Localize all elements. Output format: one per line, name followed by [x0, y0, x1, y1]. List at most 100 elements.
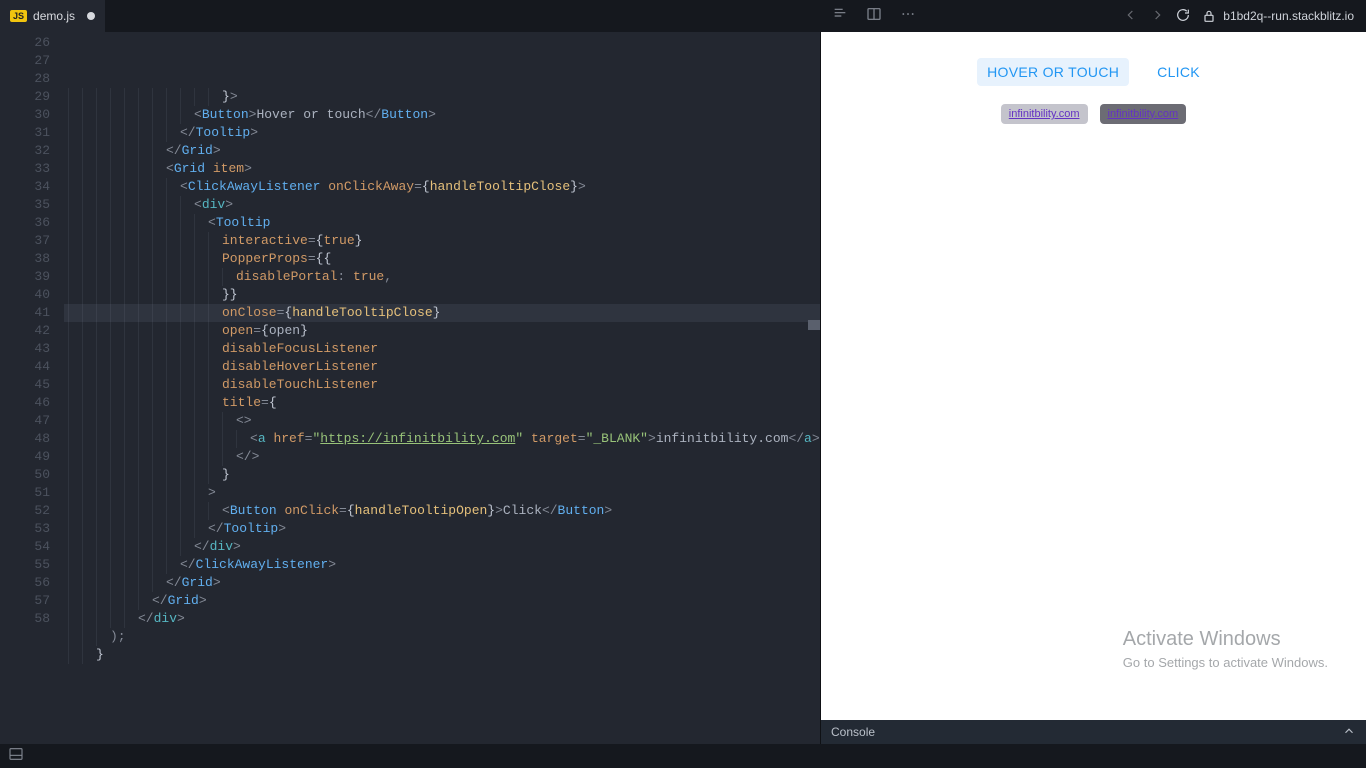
code-line[interactable]: disableFocusListener: [64, 340, 820, 358]
file-tab[interactable]: JS demo.js: [0, 0, 105, 32]
line-number: 55: [0, 556, 64, 574]
click-button[interactable]: CLICK: [1147, 58, 1210, 86]
line-number: 29: [0, 88, 64, 106]
url-display[interactable]: b1bd2q--run.stackblitz.io: [1201, 8, 1354, 24]
tooltip-chip-light[interactable]: infinitbility.com: [1001, 104, 1088, 124]
line-number: 43: [0, 340, 64, 358]
line-number: 26: [0, 34, 64, 52]
code-area[interactable]: }><Button>Hover or touch</Button></Toolt…: [64, 32, 820, 744]
code-line[interactable]: </div>: [64, 538, 820, 556]
code-line[interactable]: open={open}: [64, 322, 820, 340]
tooltip-row: infinitbility.com infinitbility.com: [821, 104, 1366, 124]
code-line[interactable]: <Button onClick={handleTooltipOpen}>Clic…: [64, 502, 820, 520]
code-line[interactable]: [64, 664, 820, 682]
code-line[interactable]: </Grid>: [64, 592, 820, 610]
code-line[interactable]: <Grid item>: [64, 160, 820, 178]
line-number: 31: [0, 124, 64, 142]
titlebar: JS demo.js b1bd2q--run.stackblitz.io: [0, 0, 1366, 32]
code-line[interactable]: interactive={true}: [64, 232, 820, 250]
preview-address-bar: b1bd2q--run.stackblitz.io: [1123, 0, 1354, 32]
line-number: 27: [0, 52, 64, 70]
console-bar[interactable]: Console: [821, 720, 1366, 744]
code-line[interactable]: <ClickAwayListener onClickAway={handleTo…: [64, 178, 820, 196]
code-line[interactable]: }: [64, 466, 820, 484]
reload-icon[interactable]: [1175, 7, 1191, 26]
code-line[interactable]: title={: [64, 394, 820, 412]
lock-icon: [1201, 8, 1217, 24]
more-icon[interactable]: [900, 6, 916, 27]
code-line[interactable]: <a href="https://infinitbility.com" targ…: [64, 430, 820, 448]
js-badge-icon: JS: [10, 10, 27, 22]
code-line[interactable]: </Tooltip>: [64, 124, 820, 142]
hover-or-touch-button[interactable]: HOVER OR TOUCH: [977, 58, 1129, 86]
line-number: 36: [0, 214, 64, 232]
line-number: 47: [0, 412, 64, 430]
line-number: 58: [0, 610, 64, 628]
preview-content[interactable]: HOVER OR TOUCH CLICK infinitbility.com i…: [821, 32, 1366, 720]
line-number: 38: [0, 250, 64, 268]
code-line[interactable]: >: [64, 484, 820, 502]
code-line[interactable]: </Grid>: [64, 574, 820, 592]
line-number-gutter: 2627282930313233343536373839404142434445…: [0, 32, 64, 744]
code-line[interactable]: }>: [64, 88, 820, 106]
line-number: 53: [0, 520, 64, 538]
line-number: 41: [0, 304, 64, 322]
forward-icon[interactable]: [1149, 7, 1165, 26]
code-line[interactable]: <div>: [64, 196, 820, 214]
line-number: 48: [0, 430, 64, 448]
code-line[interactable]: </ClickAwayListener>: [64, 556, 820, 574]
line-number: 56: [0, 574, 64, 592]
line-number: 42: [0, 322, 64, 340]
windows-activation-watermark: Activate Windows Go to Settings to activ…: [1123, 628, 1328, 670]
code-line[interactable]: </Grid>: [64, 142, 820, 160]
unsaved-dot-icon: [87, 12, 95, 20]
line-number: 54: [0, 538, 64, 556]
code-line[interactable]: <Button>Hover or touch</Button>: [64, 106, 820, 124]
tab-filename: demo.js: [33, 9, 75, 23]
back-icon[interactable]: [1123, 7, 1139, 26]
code-line[interactable]: </div>: [64, 610, 820, 628]
line-number: 34: [0, 178, 64, 196]
line-number: 35: [0, 196, 64, 214]
console-label: Console: [831, 725, 875, 739]
preview-button-row: HOVER OR TOUCH CLICK: [821, 32, 1366, 86]
line-number: 57: [0, 592, 64, 610]
line-number: 39: [0, 268, 64, 286]
code-line[interactable]: <>: [64, 412, 820, 430]
code-line[interactable]: }}: [64, 286, 820, 304]
preview-pane: HOVER OR TOUCH CLICK infinitbility.com i…: [821, 32, 1366, 744]
code-line[interactable]: onClose={handleTooltipClose}: [64, 304, 820, 322]
line-number: 45: [0, 376, 64, 394]
line-number: 50: [0, 466, 64, 484]
main-split: 2627282930313233343536373839404142434445…: [0, 32, 1366, 744]
split-editor-icon[interactable]: [866, 6, 882, 27]
line-number: 28: [0, 70, 64, 88]
code-line[interactable]: disablePortal: true,: [64, 268, 820, 286]
line-number: 40: [0, 286, 64, 304]
code-line[interactable]: disableTouchListener: [64, 376, 820, 394]
line-number: 44: [0, 358, 64, 376]
line-number: 33: [0, 160, 64, 178]
line-number: 49: [0, 448, 64, 466]
watermark-subtitle: Go to Settings to activate Windows.: [1123, 655, 1328, 670]
editor-toolbar: [832, 0, 916, 32]
code-line[interactable]: </>: [64, 448, 820, 466]
code-line[interactable]: disableHoverListener: [64, 358, 820, 376]
code-line[interactable]: <Tooltip: [64, 214, 820, 232]
tooltip-chip-dark[interactable]: infinitbility.com: [1100, 104, 1187, 124]
panel-toggle-icon[interactable]: [8, 746, 24, 767]
line-number: 46: [0, 394, 64, 412]
code-line[interactable]: PopperProps={{: [64, 250, 820, 268]
code-line[interactable]: </Tooltip>: [64, 520, 820, 538]
url-host: b1bd2q--run.stackblitz.io: [1223, 9, 1354, 23]
code-line[interactable]: );: [64, 628, 820, 646]
chevron-up-icon[interactable]: [1342, 724, 1356, 741]
line-number: 37: [0, 232, 64, 250]
format-icon[interactable]: [832, 6, 848, 27]
editor-pane[interactable]: 2627282930313233343536373839404142434445…: [0, 32, 820, 744]
status-bar: [0, 744, 1366, 768]
ruler-mark-icon: [808, 320, 820, 330]
watermark-title: Activate Windows: [1123, 628, 1328, 651]
overview-ruler: [808, 32, 820, 744]
code-line[interactable]: }: [64, 646, 820, 664]
